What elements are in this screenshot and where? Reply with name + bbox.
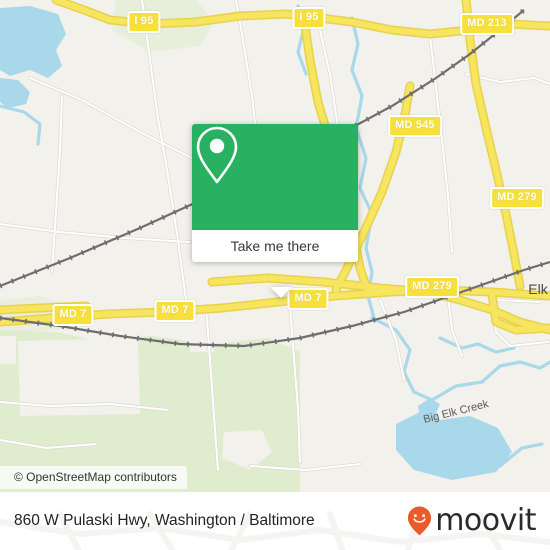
map-canvas[interactable]: I 95 I 95 MD 213 MD 545 MD 279 MD 7 MD 7 MD 7 MD… <box>0 0 550 492</box>
map-pin-icon <box>196 126 238 184</box>
road-shield-label: MD 279 <box>412 280 452 292</box>
moovit-smiley-pin-icon <box>408 506 432 536</box>
road-shield-label: MD 7 <box>294 292 322 304</box>
popup-header <box>192 124 358 230</box>
road-shield-md545: MD 545 <box>388 115 442 137</box>
road-shield-md279-south: MD 279 <box>405 276 459 298</box>
popup-tail <box>270 287 292 298</box>
road-shield-i95-west: I 95 <box>127 11 161 33</box>
place-label-elkton: Elk <box>528 281 548 297</box>
popup-action[interactable]: Take me there <box>192 230 358 262</box>
popup-action-label: Take me there <box>230 238 320 254</box>
road-shield-label: MD 279 <box>497 191 537 203</box>
road-shield-label: I 95 <box>134 15 154 27</box>
road-shield-label: MD 7 <box>59 308 87 320</box>
road-shield-md7-central: MD 7 <box>154 300 196 322</box>
road-shield-label: MD 545 <box>395 119 435 131</box>
moovit-wordmark: moovit <box>435 503 536 538</box>
map-attribution-label: © OpenStreetMap contributors <box>14 470 177 484</box>
map-screenshot: I 95 I 95 MD 213 MD 545 MD 279 MD 7 MD 7 MD 7 MD… <box>0 0 550 550</box>
road-shield-label: I 95 <box>299 11 319 23</box>
map-attribution[interactable]: © OpenStreetMap contributors <box>0 466 187 489</box>
road-shield-label: MD 213 <box>467 17 507 29</box>
destination-popup[interactable]: Take me there <box>192 124 358 298</box>
road-shield-md7-east: MD 7 <box>287 288 329 310</box>
road-shield-md213: MD 213 <box>460 13 514 35</box>
address-label: 860 W Pulaski Hwy, Washington / Baltimor… <box>14 512 315 529</box>
road-shield-md7-west: MD 7 <box>52 304 94 326</box>
road-shield-i95-east: I 95 <box>292 7 326 29</box>
road-shield-md279-north: MD 279 <box>490 187 544 209</box>
bottom-info-bar: 860 W Pulaski Hwy, Washington / Baltimor… <box>0 492 550 550</box>
road-shield-label: MD 7 <box>161 304 189 316</box>
moovit-brand[interactable]: moovit <box>407 506 536 536</box>
bottom-bar-content: 860 W Pulaski Hwy, Washington / Baltimor… <box>0 492 550 550</box>
